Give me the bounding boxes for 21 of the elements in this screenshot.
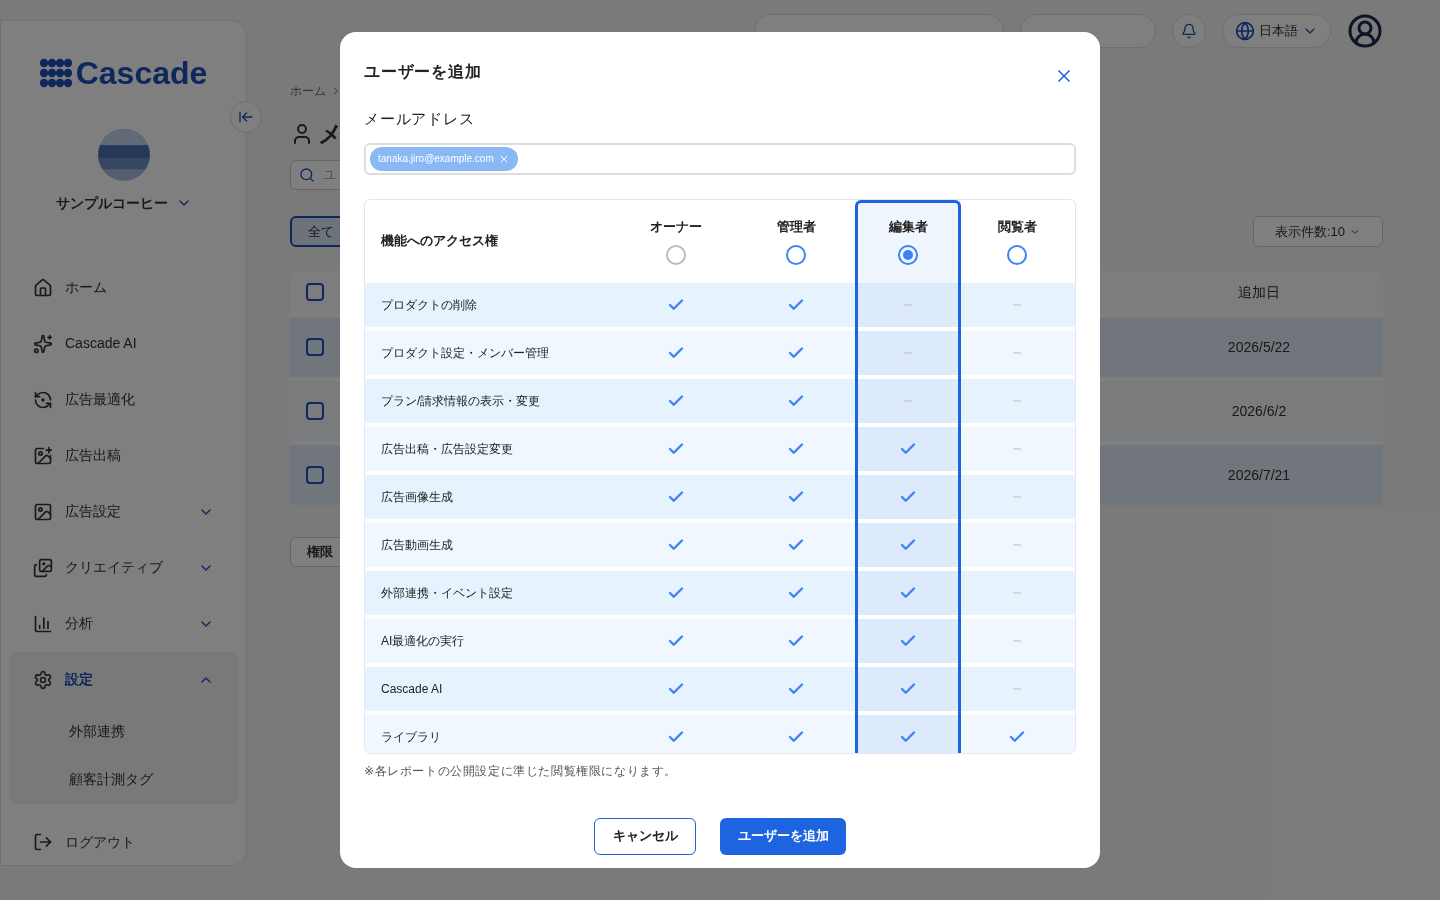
feature-label: ライブラリ <box>380 728 442 746</box>
table-cell-text: 2026/5/22 <box>1226 337 1292 357</box>
dialog-title: ユーザーを追加 <box>364 62 482 82</box>
logo-text: Cascade <box>75 57 208 89</box>
feature-label: プロダクト設定・メンバー管理 <box>380 344 550 362</box>
column-header: 機能へのアクセス権 <box>379 232 499 251</box>
note-text: ※各レポートの公開設定に準じた閲覧権限になります。 <box>364 762 679 780</box>
feature-label: 広告画像生成 <box>380 488 454 506</box>
table-cell-text: 2026/6/2 <box>1230 401 1288 421</box>
page-title: メ <box>318 119 343 149</box>
feature-label: Cascade AI <box>380 680 444 698</box>
feature-label: 広告出稿・広告設定変更 <box>380 440 514 458</box>
feature-label: 外部連携・イベント設定 <box>380 584 514 602</box>
column-header: 追加日 <box>1237 282 1281 302</box>
email-label: メールアドレス <box>364 109 476 129</box>
feature-label: プラン/請求情報の表示・変更 <box>380 392 542 410</box>
table-cell-text: 2026/7/21 <box>1226 465 1292 485</box>
feature-label: AI最適化の実行 <box>380 632 466 650</box>
feature-label: プロダクトの削除 <box>380 296 478 314</box>
email-chip: tanaka.jiro@example.com <box>370 146 518 171</box>
feature-label: 広告動画生成 <box>380 536 454 554</box>
